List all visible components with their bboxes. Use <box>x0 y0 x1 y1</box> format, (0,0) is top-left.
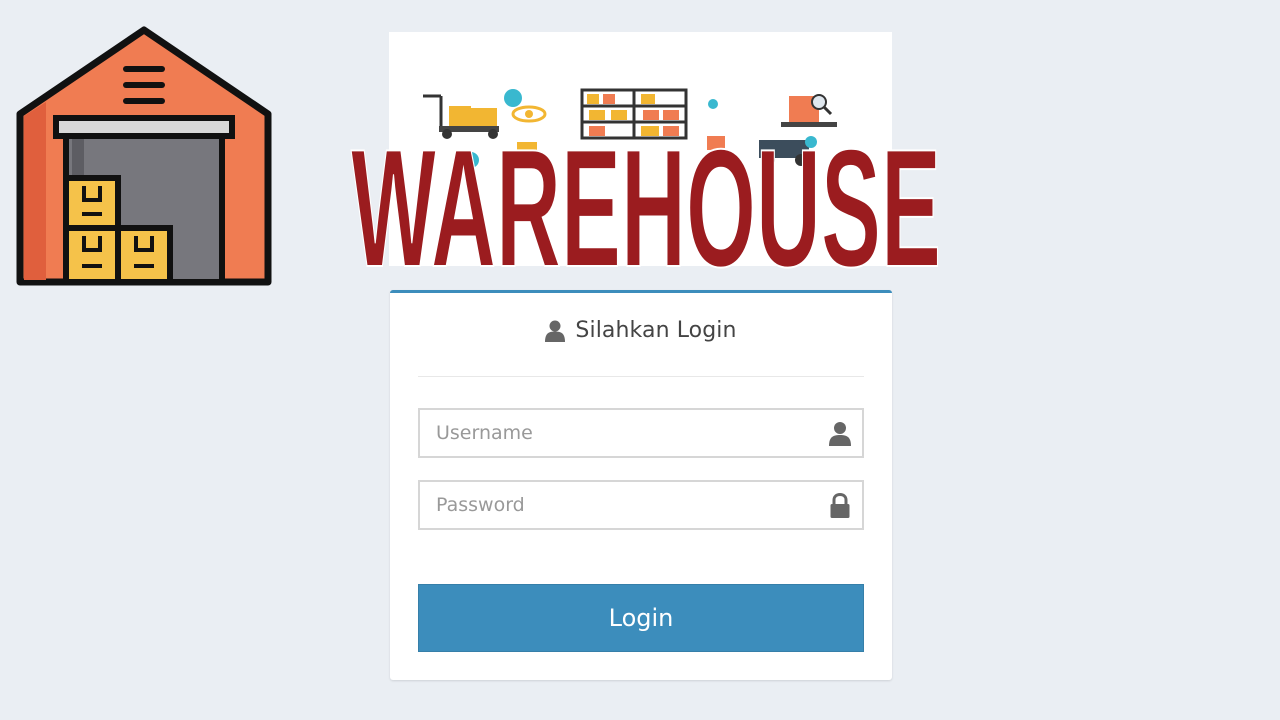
login-header: Silahkan Login <box>418 318 864 377</box>
user-icon <box>829 422 851 446</box>
password-input[interactable] <box>420 482 862 528</box>
login-title: Silahkan Login <box>575 318 737 343</box>
inspection-icon <box>781 94 837 127</box>
login-page: WAREHOUSE Silahkan Login Username Login <box>0 0 1280 720</box>
brand-wordmark-text: WAREHOUSE <box>351 136 941 276</box>
hand-truck-icon <box>423 94 499 139</box>
shelving-icon <box>580 88 688 140</box>
username-field[interactable] <box>418 408 864 458</box>
login-button[interactable]: Login <box>418 584 864 652</box>
login-box: Silahkan Login Login <box>390 290 892 680</box>
lock-icon <box>830 493 850 518</box>
user-icon <box>545 320 566 342</box>
brand-wordmark: WAREHOUSE <box>346 113 946 303</box>
username-input[interactable] <box>420 410 862 456</box>
warehouse-icon <box>16 26 272 286</box>
password-field[interactable] <box>418 480 864 530</box>
